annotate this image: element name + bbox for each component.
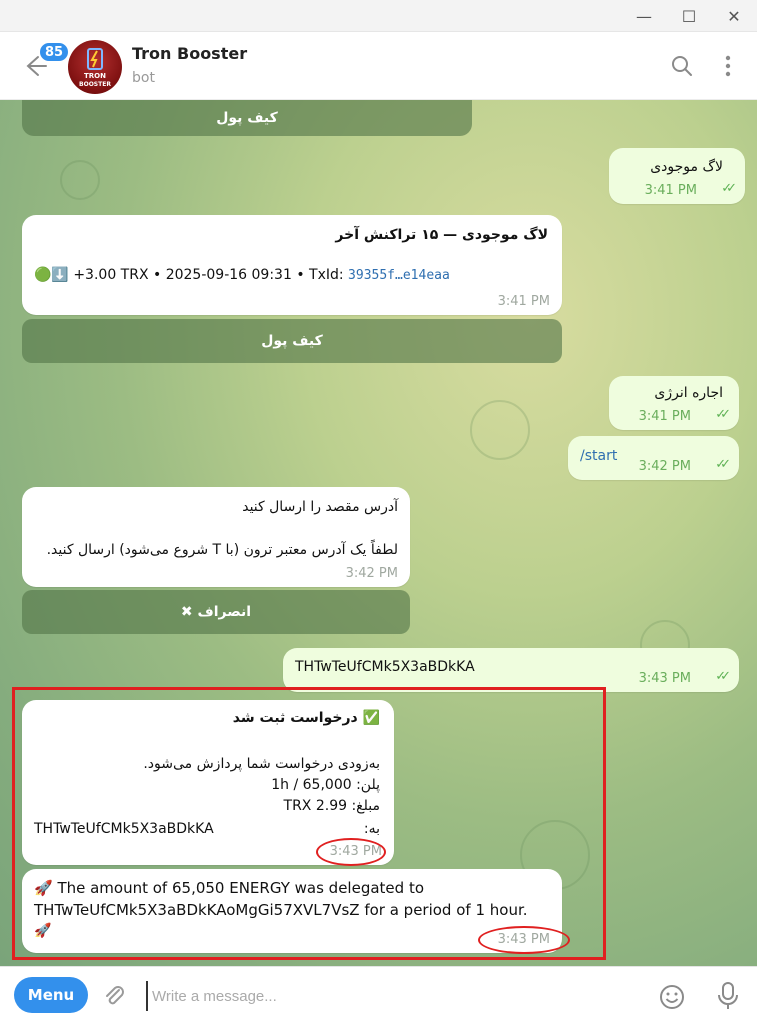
outgoing-message[interactable]: THTwTeUfCMk5X3aBDkKA 3:43 PM ✓✓ (283, 648, 739, 692)
read-ticks-icon: ✓✓ (715, 407, 731, 422)
rocket-emoji: 🚀 (34, 923, 52, 939)
address-text: THTwTeUfCMk5X3aBDkKA (295, 659, 475, 675)
message-title: ✅ درخواست ثبت شد (232, 710, 380, 726)
incoming-message[interactable]: لاگ موجودی — ۱۵ تراکنش آخر 🟢⬇️ +3.00 TRX… (22, 215, 562, 315)
transaction-line: 🟢⬇️ +3.00 TRX • 2025-09-16 09:31 • TxId:… (34, 267, 450, 283)
amount-line: مبلغ: 2.99 TRX (283, 798, 380, 814)
search-icon[interactable] (670, 54, 694, 78)
message-title: لاگ موجودی — ۱۵ تراکنش آخر (335, 227, 548, 243)
message-input[interactable] (146, 981, 626, 1011)
unread-badge: 85 (38, 41, 71, 63)
avatar[interactable]: TRON BOOSTER (68, 40, 122, 94)
wallet-button-top[interactable]: کیف پول (22, 100, 472, 136)
menu-button[interactable]: Menu (14, 977, 88, 1013)
message-line: 🚀 The amount of 65,050 ENERGY was delega… (34, 879, 424, 897)
bot-logo-icon: TRON BOOSTER (79, 48, 111, 88)
message-time: 3:41 PM (644, 183, 697, 198)
destination-address: THTwTeUfCMk5X3aBDkKA (34, 821, 214, 837)
status-emoji: 🟢⬇️ (34, 267, 69, 283)
message-composer: Menu (0, 966, 757, 1024)
chat-title: Tron Booster (132, 44, 248, 63)
more-options-icon[interactable] (716, 54, 740, 78)
to-label: به: (363, 821, 380, 837)
outgoing-message[interactable]: اجاره انرژی 3:41 PM ✓✓ (609, 376, 739, 430)
outgoing-message[interactable]: لاگ موجودی 3:41 PM ✓✓ (609, 148, 745, 204)
read-ticks-icon: ✓✓ (721, 181, 737, 196)
microphone-icon[interactable] (716, 981, 740, 1015)
message-time: 3:43 PM (638, 671, 691, 686)
outgoing-message[interactable]: /start 3:42 PM ✓✓ (568, 436, 739, 480)
cancel-button[interactable]: ✖ انصراف (22, 590, 410, 634)
message-time: 3:41 PM (638, 409, 691, 424)
read-ticks-icon: ✓✓ (715, 457, 731, 472)
incoming-message[interactable]: ✅ درخواست ثبت شد به‌زودی درخواست شما پرد… (22, 700, 394, 865)
chat-header: 85 TRON BOOSTER Tron Booster bot (0, 32, 757, 100)
close-window-button[interactable]: ✕ (720, 4, 748, 28)
start-command-link[interactable]: /start (580, 448, 617, 464)
message-line: THTwTeUfCMk5X3aBDkKAoMgGi57XVL7VsZ for a… (34, 901, 528, 919)
message-time: 3:42 PM (638, 459, 691, 474)
transaction-details: +3.00 TRX • 2025-09-16 09:31 • TxId: (68, 267, 349, 283)
minimize-button[interactable]: — (630, 4, 658, 28)
window-titlebar: — ☐ ✕ (0, 0, 757, 32)
message-text: اجاره انرژی (654, 385, 723, 401)
maximize-button[interactable]: ☐ (675, 4, 703, 28)
message-text: لاگ موجودی (650, 159, 723, 175)
incoming-message[interactable]: 🚀 The amount of 65,050 ENERGY was delega… (22, 869, 562, 953)
txid-link[interactable]: 39355f…e14eaa (348, 268, 450, 283)
message-time: 3:42 PM (345, 566, 398, 581)
message-line: به‌زودی درخواست شما پردازش می‌شود. (143, 756, 380, 772)
message-time: 3:41 PM (497, 294, 550, 309)
plan-line: پلن: 1h / 65,000 (271, 777, 380, 793)
message-line: لطفاً یک آدرس معتبر ترون (با T شروع می‌ش… (46, 542, 398, 558)
incoming-message[interactable]: آدرس مقصد را ارسال کنید لطفاً یک آدرس مع… (22, 487, 410, 587)
message-line: آدرس مقصد را ارسال کنید (242, 499, 398, 515)
emoji-icon[interactable] (658, 983, 686, 1015)
message-time: 3:43 PM (497, 932, 550, 947)
paperclip-icon[interactable] (102, 983, 128, 1013)
chat-subtitle: bot (132, 70, 155, 86)
message-time: 3:43 PM (329, 844, 382, 859)
wallet-button[interactable]: کیف پول (22, 319, 562, 363)
avatar-text-bottom: BOOSTER (79, 81, 111, 88)
doodle (60, 160, 100, 200)
avatar-text-top: TRON (84, 72, 106, 80)
read-ticks-icon: ✓✓ (715, 669, 731, 684)
doodle (470, 400, 530, 460)
